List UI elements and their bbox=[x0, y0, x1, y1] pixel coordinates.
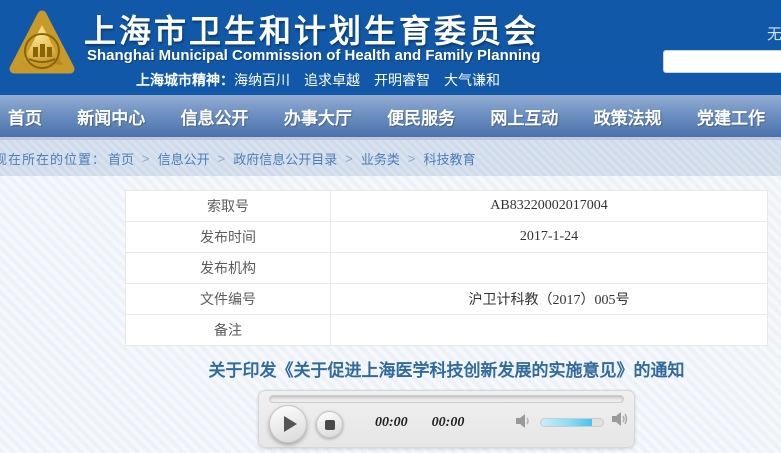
slogan-label: 上海城市精神： bbox=[136, 72, 234, 88]
table-row: 备注 bbox=[126, 315, 768, 346]
time-duration: 00:00 bbox=[432, 415, 465, 431]
meta-value-date: 2017-1-24 bbox=[331, 222, 768, 253]
meta-value-docno: 沪卫计科教（2017）005号 bbox=[331, 284, 768, 315]
table-row: 索取号 AB83220002017004 bbox=[126, 191, 768, 222]
breadcrumb-separator: > bbox=[408, 151, 416, 166]
breadcrumb-catalog[interactable]: 政府信息公开目录 bbox=[233, 149, 337, 168]
table-row: 发布机构 bbox=[126, 253, 768, 284]
nav-item-policy[interactable]: 政策法规 bbox=[594, 104, 662, 129]
breadcrumb-home[interactable]: 首页 bbox=[108, 149, 134, 168]
nav-item-info[interactable]: 信息公开 bbox=[181, 104, 249, 129]
site-subtitle: Shanghai Municipal Commission of Health … bbox=[87, 47, 540, 64]
volume-fill bbox=[541, 419, 592, 426]
stop-icon bbox=[325, 420, 335, 430]
volume-up-button[interactable] bbox=[611, 410, 631, 433]
article-title: 关于印发《关于促进上海医学科技创新发展的实施意见》的通知 bbox=[125, 356, 768, 381]
nav-item-home[interactable]: 首页 bbox=[8, 104, 42, 129]
breadcrumb-separator: > bbox=[345, 151, 353, 166]
volume-slider[interactable] bbox=[540, 418, 604, 427]
volume-down-button[interactable] bbox=[515, 413, 533, 434]
audio-player: 00:00 00:00 bbox=[258, 390, 635, 448]
nav-item-services[interactable]: 办事大厅 bbox=[284, 104, 352, 129]
table-row: 发布时间 2017-1-24 bbox=[126, 222, 768, 253]
document-meta-table: 索取号 AB83220002017004 发布时间 2017-1-24 发布机构… bbox=[125, 190, 768, 346]
meta-value-remark bbox=[331, 315, 768, 346]
meta-label-remark: 备注 bbox=[126, 315, 331, 346]
site-title: 上海市卫生和计划生育委员会 bbox=[84, 6, 539, 52]
stop-button[interactable] bbox=[316, 411, 343, 438]
site-header: 上海市卫生和计划生育委员会 Shanghai Municipal Commiss… bbox=[0, 0, 781, 95]
play-button[interactable] bbox=[269, 405, 307, 443]
nav-item-interaction[interactable]: 网上互动 bbox=[490, 104, 558, 129]
time-elapsed: 00:00 bbox=[375, 415, 408, 431]
table-row: 文件编号 沪卫计科教（2017）005号 bbox=[126, 284, 768, 315]
meta-label-agency: 发布机构 bbox=[126, 253, 331, 284]
time-display: 00:00 00:00 bbox=[375, 415, 464, 431]
play-icon bbox=[284, 416, 297, 432]
city-spirit-slogan: 上海城市精神：海纳百川 追求卓越 开明睿智 大气谦和 bbox=[136, 70, 500, 90]
accessibility-link[interactable]: 无 bbox=[767, 23, 781, 44]
nav-item-party[interactable]: 党建工作 bbox=[697, 104, 765, 129]
speaker-low-icon bbox=[515, 413, 533, 429]
meta-label-index: 索取号 bbox=[126, 191, 331, 222]
nav-item-news[interactable]: 新闻中心 bbox=[77, 104, 145, 129]
main-nav: 首页 新闻中心 信息公开 办事大厅 便民服务 网上互动 政策法规 党建工作 bbox=[0, 95, 781, 140]
nav-item-convenience[interactable]: 便民服务 bbox=[387, 104, 455, 129]
breadcrumb-business[interactable]: 业务类 bbox=[361, 149, 400, 168]
breadcrumb: 现在所在的位置： 首页 > 信息公开 > 政府信息公开目录 > 业务类 > 科技… bbox=[0, 140, 781, 176]
breadcrumb-scitech[interactable]: 科技教育 bbox=[423, 149, 475, 168]
search-input[interactable] bbox=[663, 50, 781, 73]
speaker-high-icon bbox=[611, 410, 631, 428]
slogan-text: 海纳百川 追求卓越 开明睿智 大气谦和 bbox=[234, 72, 500, 88]
breadcrumb-separator: > bbox=[218, 151, 226, 166]
emblem-icon bbox=[9, 7, 75, 83]
meta-value-index: AB83220002017004 bbox=[331, 191, 768, 222]
site-logo[interactable] bbox=[9, 7, 75, 83]
meta-value-agency bbox=[331, 253, 768, 284]
seek-bar[interactable] bbox=[269, 395, 624, 403]
breadcrumb-separator: > bbox=[142, 151, 150, 166]
breadcrumb-info[interactable]: 信息公开 bbox=[158, 149, 210, 168]
meta-label-docno: 文件编号 bbox=[126, 284, 331, 315]
breadcrumb-prefix: 现在所在的位置： bbox=[0, 149, 106, 168]
meta-label-date: 发布时间 bbox=[126, 222, 331, 253]
